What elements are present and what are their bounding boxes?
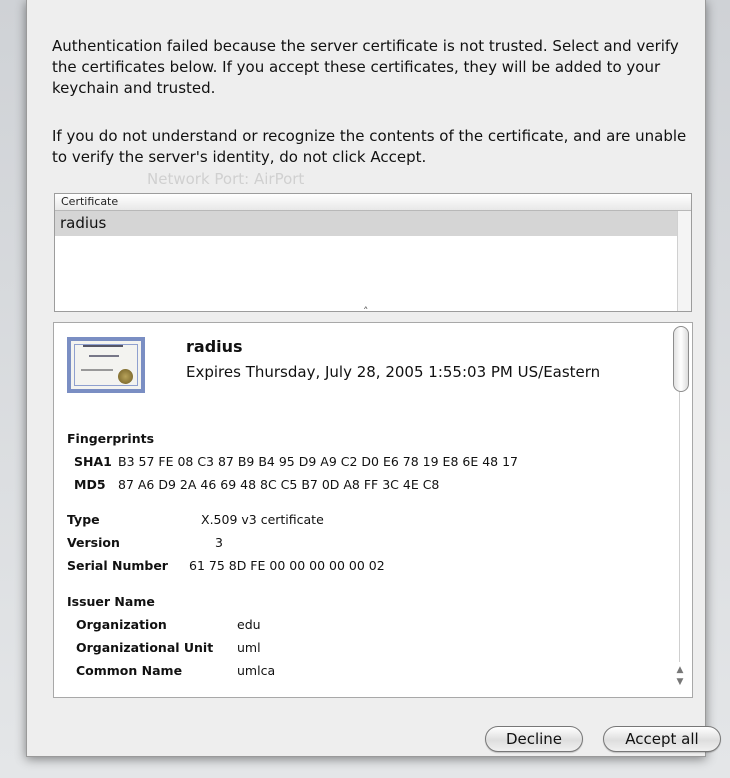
certificate-icon xyxy=(67,337,145,393)
organizational-unit-value: uml xyxy=(237,640,261,655)
fingerprints-heading: Fingerprints xyxy=(67,431,155,446)
split-view-handle[interactable]: ˄ xyxy=(363,305,369,318)
certificate-column-header[interactable]: Certificate xyxy=(55,194,691,211)
trust-failure-message: Authentication failed because the server… xyxy=(52,37,679,97)
version-label: Version xyxy=(67,535,120,550)
details-scroll-thumb[interactable] xyxy=(673,326,689,392)
version-value: 3 xyxy=(215,535,223,550)
organizational-unit-label: Organizational Unit xyxy=(76,640,214,655)
certificate-list-scrollbar[interactable] xyxy=(677,211,691,311)
md5-value: 87 A6 D9 2A 46 69 48 8C C5 B7 0D A8 FF 3… xyxy=(118,477,440,492)
certificate-expiry: Expires Thursday, July 28, 2005 1:55:03 … xyxy=(186,363,601,381)
certificate-sheet: Authentication failed because the server… xyxy=(26,0,721,757)
certificate-name: radius xyxy=(186,337,243,356)
serial-number-value: 61 75 8D FE 00 00 00 00 00 02 xyxy=(189,558,385,573)
accept-all-button[interactable]: Accept all xyxy=(603,726,721,752)
organization-label: Organization xyxy=(76,617,167,632)
md5-label: MD5 xyxy=(74,477,106,492)
background-network-port: Network Port: AirPort xyxy=(147,170,305,188)
certificate-list[interactable]: Certificate radius xyxy=(54,193,692,312)
details-scrollbar[interactable]: ▲ ▼ xyxy=(672,326,689,692)
serial-number-label: Serial Number xyxy=(67,558,168,573)
type-value: X.509 v3 certificate xyxy=(201,512,324,527)
certificate-details-panel: radius Expires Thursday, July 28, 2005 1… xyxy=(53,322,693,698)
scroll-arrows-icon[interactable]: ▲ ▼ xyxy=(672,664,688,692)
organization-value: edu xyxy=(237,617,261,632)
sha1-value: B3 57 FE 08 C3 87 B9 B4 95 D9 A9 C2 D0 E… xyxy=(118,454,518,469)
sha1-label: SHA1 xyxy=(74,454,112,469)
warning-message: If you do not understand or recognize th… xyxy=(52,127,687,166)
decline-button[interactable]: Decline xyxy=(485,726,583,752)
issuer-name-heading: Issuer Name xyxy=(67,594,155,609)
common-name-label: Common Name xyxy=(76,663,183,678)
certificate-row-radius[interactable]: radius xyxy=(55,211,677,236)
details-scroll-track[interactable] xyxy=(679,392,680,662)
type-label: Type xyxy=(67,512,100,527)
common-name-value: umlca xyxy=(237,663,276,678)
